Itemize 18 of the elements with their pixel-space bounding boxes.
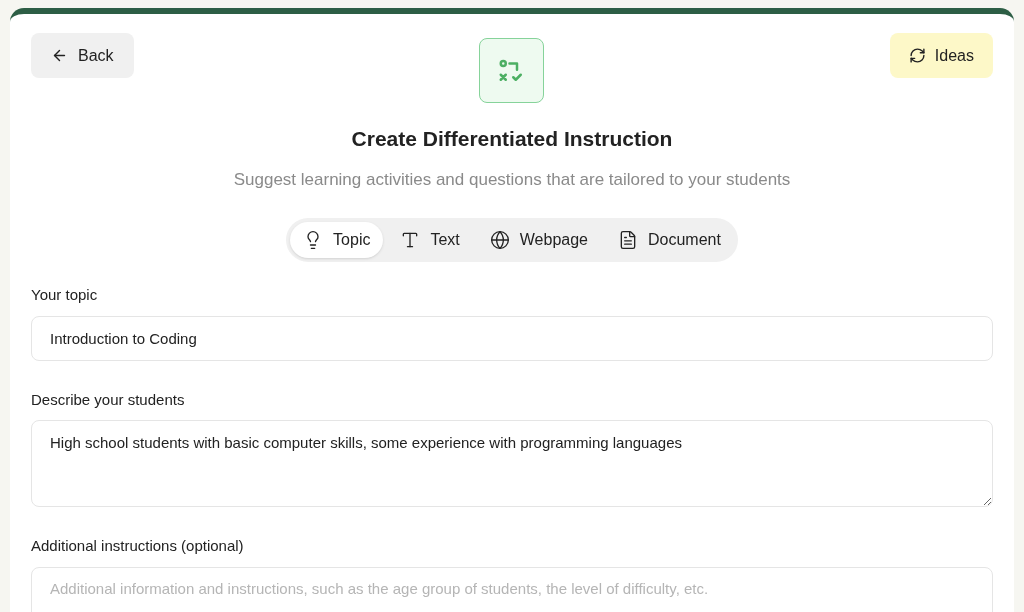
back-button[interactable]: Back [31,33,134,78]
topic-field[interactable]: Introduction to Coding [31,315,993,361]
field-label: Additional instructions (optional) [31,536,245,556]
source-tab[interactable]: Webpage [476,222,601,258]
ideas-button[interactable]: Ideas [889,33,993,78]
field-label: Your topic [31,285,99,305]
page-subtitle: Suggest learning activities and questions that are tailored to your students [232,168,792,191]
source-tab[interactable]: Text [387,222,473,258]
globe-icon [489,230,510,250]
field-label: Describe your students [31,389,186,410]
refresh-icon [908,47,926,64]
app-icon [479,38,545,103]
instructions-field[interactable]: Additional information and instructions, such as the age group of students, the level of difficulty, etc. [31,566,993,612]
page-title: Create Differentiated Instruction [350,126,674,152]
source-tab[interactable]: Document [605,222,734,258]
students-field[interactable]: High school students with basic computer skills, some experience with programming languages [31,420,993,507]
document-icon [618,230,638,250]
source-tab[interactable]: Topic [290,222,384,258]
